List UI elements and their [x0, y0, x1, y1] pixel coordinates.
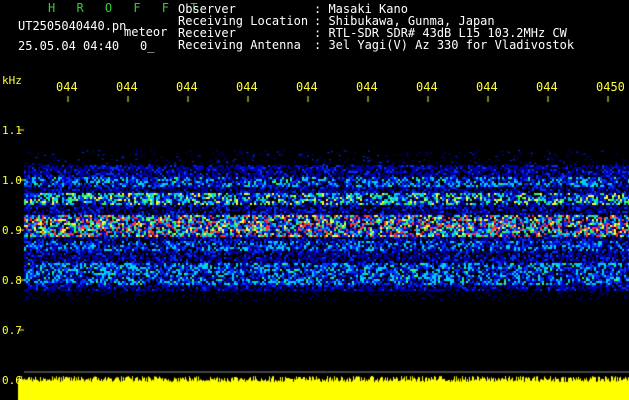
- mode-label: meteor: [124, 25, 168, 39]
- freq-tick: 1.1: [2, 124, 22, 137]
- freq-tick: 0.7: [2, 324, 22, 337]
- time-tick: 044: [176, 80, 198, 94]
- time-tick: 044: [236, 80, 258, 94]
- time-tick: 044: [476, 80, 498, 94]
- freq-tick: 0.9: [2, 224, 22, 237]
- count-label: 0_: [140, 39, 155, 53]
- time-tick: 044: [356, 80, 378, 94]
- freq-tick: 1.0: [2, 174, 22, 187]
- unit-label: kHz: [2, 74, 22, 87]
- time-tick: 044: [56, 80, 78, 94]
- freq-tick: 0.6: [2, 374, 22, 387]
- spectrogram-canvas: [0, 0, 629, 400]
- datetime-label: 25.05.04 04:40: [18, 39, 120, 53]
- time-tick: 044: [536, 80, 558, 94]
- time-tick: 044: [116, 80, 138, 94]
- time-tick: 0450: [596, 80, 625, 94]
- file-name: UT2505040440.pn: [18, 19, 127, 33]
- antenna-key: Receiving Antenna: [178, 38, 301, 52]
- freq-tick: 0.8: [2, 274, 22, 287]
- antenna-value: : 3el Yagi(V) Az 330 for Vladivostok: [314, 38, 575, 52]
- time-tick: 044: [296, 80, 318, 94]
- time-tick: 044: [416, 80, 438, 94]
